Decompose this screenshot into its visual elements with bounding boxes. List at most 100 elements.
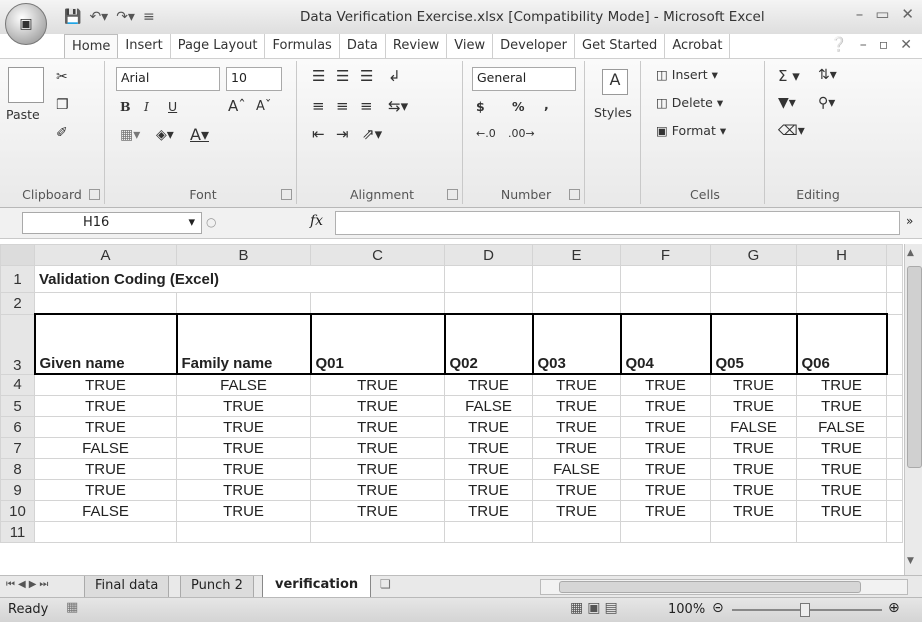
- paste-button[interactable]: Paste: [6, 107, 40, 122]
- data-cell[interactable]: TRUE: [444, 500, 533, 522]
- data-cell[interactable]: TRUE: [176, 500, 311, 522]
- data-cell[interactable]: TRUE: [532, 373, 621, 396]
- cell[interactable]: [886, 416, 903, 438]
- insert-button[interactable]: ◫ Insert ▾: [656, 67, 718, 82]
- data-cell[interactable]: TRUE: [710, 395, 797, 417]
- column-header-b[interactable]: B: [176, 244, 311, 266]
- data-cell[interactable]: TRUE: [710, 500, 797, 522]
- tab-formulas[interactable]: Formulas: [265, 34, 340, 58]
- office-button[interactable]: ▣: [5, 3, 47, 45]
- cell[interactable]: [532, 265, 621, 293]
- increase-indent-icon[interactable]: ⇥: [336, 125, 349, 143]
- data-cell[interactable]: TRUE: [796, 395, 887, 417]
- orientation-icon[interactable]: ⇗▾: [362, 125, 382, 143]
- cell[interactable]: [886, 292, 903, 315]
- data-cell[interactable]: TRUE: [34, 395, 177, 417]
- zoom-slider[interactable]: [732, 603, 882, 617]
- copy-icon[interactable]: ❐: [56, 97, 69, 113]
- currency-button[interactable]: $: [476, 99, 485, 114]
- scroll-up-icon[interactable]: ▲: [907, 248, 914, 258]
- row-header[interactable]: 1: [0, 265, 35, 293]
- header-q03[interactable]: Q03: [531, 313, 622, 375]
- cell[interactable]: [620, 521, 711, 543]
- cell[interactable]: [34, 521, 177, 543]
- row-header[interactable]: 10: [0, 500, 35, 522]
- cell[interactable]: [796, 521, 887, 543]
- bottom-align-icon[interactable]: ☰: [360, 67, 373, 85]
- data-cell[interactable]: TRUE: [444, 479, 533, 501]
- insert-function-icon[interactable]: fx: [310, 213, 323, 229]
- tab-home[interactable]: Home: [64, 34, 119, 59]
- cell[interactable]: [620, 265, 711, 293]
- data-cell[interactable]: TRUE: [34, 373, 177, 396]
- data-cell[interactable]: TRUE: [444, 373, 533, 396]
- cell[interactable]: [886, 437, 903, 459]
- expand-formula-icon[interactable]: »: [906, 214, 913, 228]
- save-icon[interactable]: 💾: [64, 9, 81, 25]
- data-cell[interactable]: TRUE: [444, 437, 533, 459]
- autosum-icon[interactable]: Σ ▾: [778, 67, 800, 85]
- data-cell[interactable]: TRUE: [620, 479, 711, 501]
- close-button[interactable]: ✕: [901, 5, 914, 23]
- cell[interactable]: [310, 292, 445, 315]
- cell[interactable]: [710, 265, 797, 293]
- data-cell[interactable]: TRUE: [796, 500, 887, 522]
- sheet-title[interactable]: Validation Coding (Excel): [34, 265, 445, 293]
- row-header[interactable]: 7: [0, 437, 35, 459]
- column-header-c[interactable]: C: [310, 244, 445, 266]
- data-cell[interactable]: TRUE: [176, 395, 311, 417]
- data-cell[interactable]: TRUE: [532, 395, 621, 417]
- bold-button[interactable]: B: [120, 99, 131, 114]
- cell[interactable]: [710, 292, 797, 315]
- center-icon[interactable]: ≡: [336, 97, 349, 115]
- column-header-a[interactable]: A: [34, 244, 177, 266]
- middle-align-icon[interactable]: ☰: [336, 67, 349, 85]
- h-scroll-thumb[interactable]: [559, 581, 861, 593]
- page-break-view-icon[interactable]: ▤: [604, 600, 621, 616]
- cell[interactable]: [886, 500, 903, 522]
- data-cell[interactable]: TRUE: [176, 479, 311, 501]
- zoom-slider-thumb[interactable]: [800, 603, 810, 617]
- data-cell[interactable]: TRUE: [176, 416, 311, 438]
- data-cell[interactable]: TRUE: [34, 416, 177, 438]
- data-cell[interactable]: TRUE: [620, 373, 711, 396]
- delete-button[interactable]: ◫ Delete ▾: [656, 95, 723, 110]
- cell[interactable]: [886, 373, 903, 396]
- header-family-name[interactable]: Family name: [175, 313, 312, 375]
- tab-get-started[interactable]: Get Started: [575, 34, 666, 58]
- paste-icon[interactable]: [8, 67, 44, 103]
- comma-button[interactable]: ,: [544, 97, 549, 112]
- format-button[interactable]: ▣ Format ▾: [656, 123, 726, 138]
- data-cell[interactable]: TRUE: [310, 416, 445, 438]
- cell[interactable]: [886, 479, 903, 501]
- maximize-button[interactable]: ▭: [875, 5, 889, 23]
- data-cell[interactable]: TRUE: [310, 500, 445, 522]
- data-cell[interactable]: FALSE: [34, 437, 177, 459]
- data-cell[interactable]: FALSE: [34, 500, 177, 522]
- sort-filter-icon[interactable]: ⇅▾: [818, 67, 837, 83]
- styles-button[interactable]: Styles: [594, 105, 632, 120]
- cell[interactable]: [176, 292, 311, 315]
- normal-view-icon[interactable]: ▦: [570, 600, 587, 616]
- column-header-e[interactable]: E: [532, 244, 621, 266]
- zoom-level[interactable]: 100%: [668, 602, 705, 617]
- header-q05[interactable]: Q05: [709, 313, 798, 375]
- data-cell[interactable]: TRUE: [310, 479, 445, 501]
- cell[interactable]: [444, 292, 533, 315]
- data-cell[interactable]: TRUE: [532, 500, 621, 522]
- data-cell[interactable]: FALSE: [796, 416, 887, 438]
- cell[interactable]: [310, 521, 445, 543]
- zoom-in-icon[interactable]: ⊕: [888, 600, 900, 616]
- data-cell[interactable]: FALSE: [444, 395, 533, 417]
- data-cell[interactable]: TRUE: [796, 458, 887, 480]
- clipboard-launcher-icon[interactable]: [89, 189, 100, 200]
- merge-center-icon[interactable]: ⇆▾: [388, 97, 408, 115]
- cell[interactable]: [886, 458, 903, 480]
- data-cell[interactable]: TRUE: [796, 373, 887, 396]
- cell[interactable]: [710, 521, 797, 543]
- cell[interactable]: [796, 265, 887, 293]
- insert-sheet-icon[interactable]: ❏: [380, 577, 391, 591]
- data-cell[interactable]: TRUE: [176, 458, 311, 480]
- column-header-g[interactable]: G: [710, 244, 797, 266]
- data-cell[interactable]: TRUE: [532, 479, 621, 501]
